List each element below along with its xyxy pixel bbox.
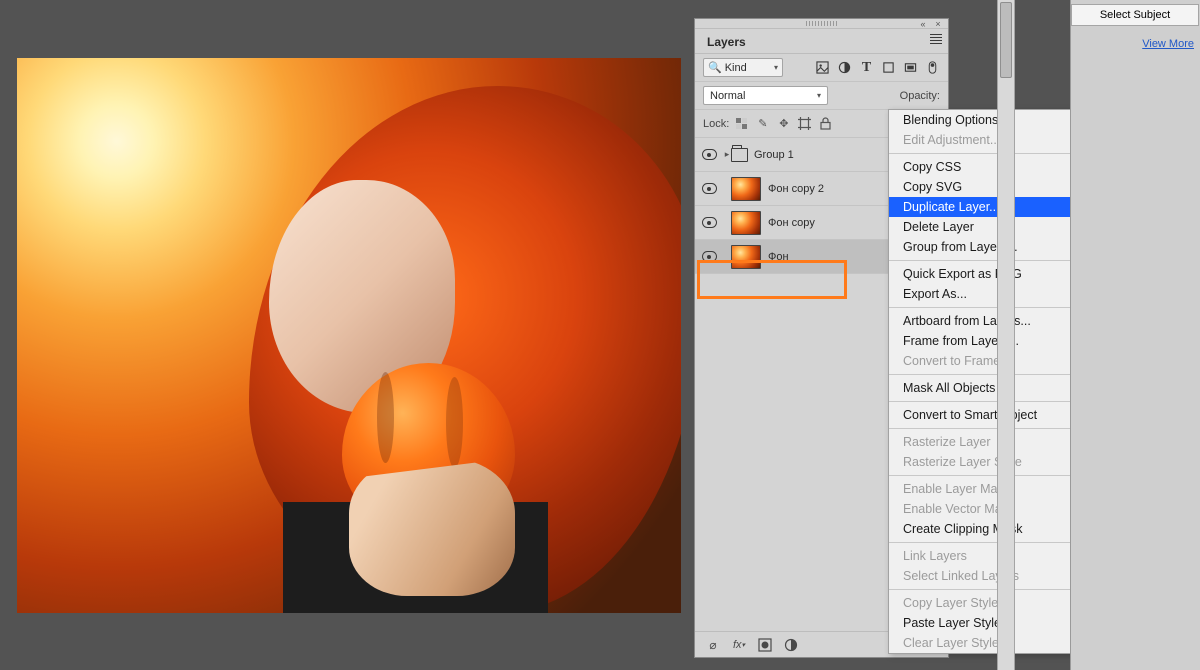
vertical-scrollbar[interactable] bbox=[997, 0, 1015, 670]
expand-arrow-icon[interactable]: ▸ bbox=[723, 149, 731, 160]
add-mask-icon[interactable] bbox=[757, 637, 773, 653]
panel-collapse-icon[interactable]: « bbox=[916, 19, 930, 29]
panel-grip-icon bbox=[806, 21, 838, 26]
visibility-toggle[interactable] bbox=[695, 251, 723, 262]
layer-name[interactable]: Фон copy 2 bbox=[768, 183, 824, 195]
adjustment-layer-icon[interactable] bbox=[783, 637, 799, 653]
filter-smart-icon[interactable] bbox=[903, 60, 918, 75]
eye-icon bbox=[702, 217, 717, 228]
select-subject-button[interactable]: Select Subject bbox=[1071, 4, 1199, 26]
lock-label: Lock: bbox=[703, 118, 729, 130]
document-image bbox=[17, 58, 681, 613]
filter-type-select[interactable]: 🔍 Kind ▾ bbox=[703, 58, 783, 77]
panel-drag-bar[interactable]: « × bbox=[695, 19, 948, 29]
opacity-label: Opacity: bbox=[900, 90, 940, 102]
filter-image-icon[interactable] bbox=[815, 60, 830, 75]
layer-filter-row: 🔍 Kind ▾ T bbox=[695, 54, 948, 82]
blend-mode-select[interactable]: Normal ▾ bbox=[703, 86, 828, 105]
filter-shape-icon[interactable] bbox=[881, 60, 896, 75]
layer-thumbnail[interactable] bbox=[731, 245, 761, 269]
lock-all-icon[interactable] bbox=[818, 116, 833, 131]
filter-adjust-icon[interactable] bbox=[837, 60, 852, 75]
filter-mode-label: Kind bbox=[725, 62, 747, 74]
layer-thumbnail[interactable] bbox=[731, 177, 761, 201]
visibility-toggle[interactable] bbox=[695, 183, 723, 194]
lock-brush-icon[interactable]: ✎ bbox=[755, 116, 770, 131]
search-icon: 🔍 bbox=[708, 61, 722, 74]
layers-tab[interactable]: Layers bbox=[695, 29, 948, 54]
lock-move-icon[interactable]: ✥ bbox=[776, 116, 791, 131]
link-layers-icon[interactable]: ⌀ bbox=[705, 637, 721, 653]
chevron-down-icon: ▾ bbox=[817, 91, 821, 100]
canvas-area[interactable] bbox=[17, 58, 681, 613]
blend-row: Normal ▾ Opacity: bbox=[695, 82, 948, 110]
chevron-down-icon: ▾ bbox=[774, 63, 778, 72]
lock-artboard-icon[interactable] bbox=[797, 116, 812, 131]
layer-thumbnail[interactable] bbox=[731, 211, 761, 235]
fx-icon[interactable]: fx▾ bbox=[731, 637, 747, 653]
image-detail bbox=[349, 458, 515, 597]
eye-icon bbox=[702, 149, 717, 160]
folder-icon bbox=[731, 148, 748, 162]
eye-icon bbox=[702, 251, 717, 262]
panel-menu-button[interactable] bbox=[928, 31, 944, 47]
scrollbar-thumb[interactable] bbox=[1000, 2, 1012, 78]
layer-name[interactable]: Фон bbox=[768, 251, 789, 263]
filter-type-icon[interactable]: T bbox=[859, 60, 874, 75]
layer-name[interactable]: Фон copy bbox=[768, 217, 815, 229]
visibility-toggle[interactable] bbox=[695, 149, 723, 160]
panel-close-icon[interactable]: × bbox=[931, 19, 945, 29]
right-sidebar: Select Subject View More bbox=[1070, 0, 1200, 670]
filter-toggle-icon[interactable] bbox=[925, 60, 940, 75]
visibility-toggle[interactable] bbox=[695, 217, 723, 228]
blend-mode-label: Normal bbox=[710, 90, 745, 102]
eye-icon bbox=[702, 183, 717, 194]
view-more-link[interactable]: View More bbox=[1071, 26, 1200, 50]
layer-name[interactable]: Group 1 bbox=[754, 149, 794, 161]
lock-pixels-icon[interactable] bbox=[734, 116, 749, 131]
